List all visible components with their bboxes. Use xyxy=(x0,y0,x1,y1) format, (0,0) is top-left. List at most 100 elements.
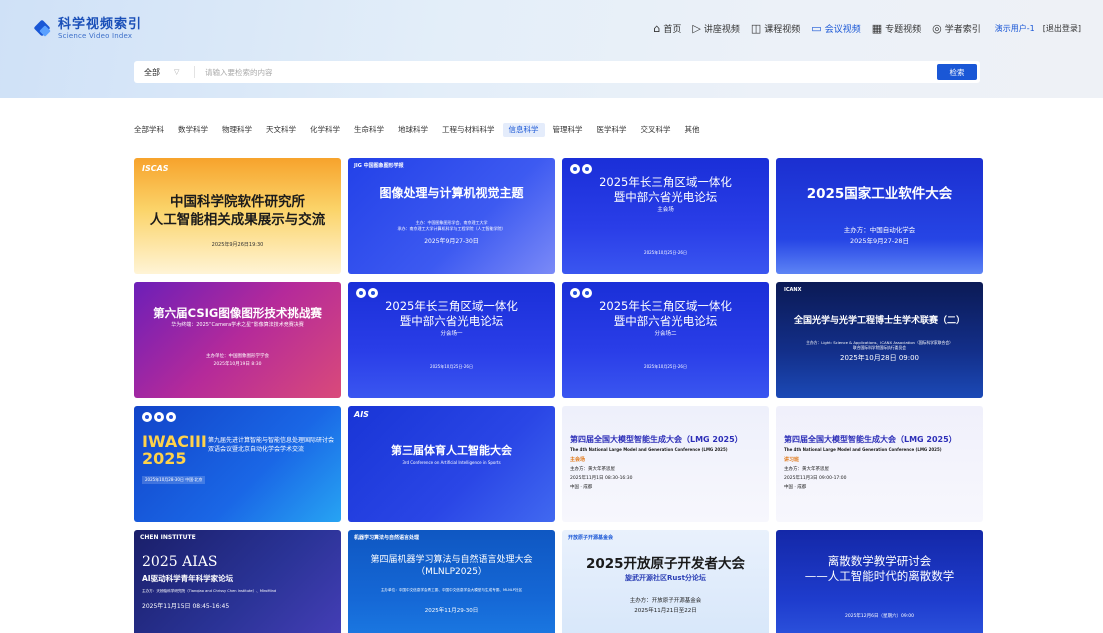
scholar-icon: ◎ xyxy=(932,22,942,35)
category-engineering[interactable]: 工程与材料科学 xyxy=(442,123,495,137)
conference-card[interactable]: 机器学习算法与自然语言处理 第四届机器学习算法与自然语言处理大会 （MLNLP2… xyxy=(348,530,555,633)
card-organizer: 主办方：黄大年茶思屋 xyxy=(570,467,615,472)
category-management[interactable]: 管理科学 xyxy=(553,123,583,137)
logo-badges xyxy=(570,288,594,298)
card-date: 2025年9月27-30日 xyxy=(424,238,479,245)
user-name[interactable]: 演示用户-1 xyxy=(995,23,1035,34)
conference-card[interactable]: 2025年长三角区域一体化 暨中部六省光电论坛 分会场二 2025年10月25日… xyxy=(562,282,769,398)
category-life[interactable]: 生命科学 xyxy=(354,123,384,137)
card-subtitle: 讲习班 xyxy=(784,457,800,463)
nav-home[interactable]: ⌂ 首页 xyxy=(653,22,681,35)
card-tag: ISCAS xyxy=(142,164,169,173)
category-math[interactable]: 数学科学 xyxy=(178,123,208,137)
category-chemistry[interactable]: 化学科学 xyxy=(310,123,340,137)
conference-card[interactable]: ISCAS 中国科学院软件研究所 人工智能相关成果展示与交流 2025年9月26… xyxy=(134,158,341,274)
card-title-en: The 4th National Large Model and Generat… xyxy=(784,447,942,452)
category-medicine[interactable]: 医学科学 xyxy=(597,123,627,137)
conference-card[interactable]: IWACIII 2025 第九届先进计算智能与智能信息处理国际研讨会 双语会议暨… xyxy=(134,406,341,522)
search-bar: 全部 ▽ 检索 xyxy=(134,61,980,83)
card-tag: 开放原子开源基金会 xyxy=(568,535,614,541)
chevron-down-icon: ▽ xyxy=(174,68,180,76)
search-input[interactable] xyxy=(205,67,937,77)
card-subtitle: 分会场二 xyxy=(654,331,677,337)
org-logo-icon xyxy=(356,288,366,298)
card-tag: ICANX xyxy=(784,287,802,293)
search-scope-select[interactable]: 全部 ▽ xyxy=(134,67,194,78)
conference-card[interactable]: 第四届全国大模型智能生成大会（LMG 2025） The 4th Nationa… xyxy=(562,406,769,522)
conference-card[interactable]: CHEN INSTITUTE 2025 AIAS AI驱动科学青年科学家论坛 主… xyxy=(134,530,341,633)
card-title: IWACIII 2025 xyxy=(142,432,207,468)
card-title-en: The 4th National Large Model and Generat… xyxy=(570,447,728,452)
logo-badges xyxy=(142,412,178,422)
card-tag: CHEN INSTITUTE xyxy=(140,534,196,541)
category-information[interactable]: 信息科学 xyxy=(502,123,545,137)
category-earth[interactable]: 地球科学 xyxy=(398,123,428,137)
card-date: 2025年10月28-30日 中国·北京 xyxy=(142,476,206,484)
org-logo-icon xyxy=(368,288,378,298)
card-date: 2025年12月6日（星期六）09:00 xyxy=(844,614,914,619)
conference-card[interactable]: 第六届CSIG图像图形技术挑战赛 华为终端：2025“Camera学术之星”影像… xyxy=(134,282,341,398)
card-title: 第四届机器学习算法与自然语言处理大会 （MLNLP2025） xyxy=(370,555,533,577)
category-astronomy[interactable]: 天文科学 xyxy=(266,123,296,137)
conference-card[interactable]: AIS 第三届体育人工智能大会 3rd Conference on Artifi… xyxy=(348,406,555,522)
nav-topic-videos[interactable]: ▦ 专题视频 xyxy=(872,22,921,35)
card-title: 2025年长三角区域一体化 暨中部六省光电论坛 xyxy=(599,299,732,328)
nav-lecture-videos[interactable]: ▷ 讲座视频 xyxy=(692,22,739,35)
card-tag: 机器学习算法与自然语言处理 xyxy=(354,535,420,541)
conference-card[interactable]: 第四届全国大模型智能生成大会（LMG 2025） The 4th Nationa… xyxy=(776,406,983,522)
site-logo[interactable]: 科学视频索引 Science Video Index xyxy=(34,18,142,40)
card-subtitle: 主会场 xyxy=(657,207,674,213)
org-logo-icon xyxy=(582,164,592,174)
card-date: 2025年11月29-30日 xyxy=(424,608,479,614)
card-date: 2025年10月19日 8:30 xyxy=(213,362,262,367)
logout-link[interactable]: [退出登录] xyxy=(1043,23,1081,34)
logo-subtitle: Science Video Index xyxy=(58,32,133,40)
grid-icon: ▦ xyxy=(871,22,883,35)
conference-card[interactable]: 离散数学教学研讨会 ——人工智能时代的离散数学 2025年12月6日（星期六）0… xyxy=(776,530,983,633)
card-date: 2025年11月1日 08:30-16:30 xyxy=(570,476,633,481)
card-organizer: 主办方：中国自动化学会 xyxy=(843,226,916,234)
card-tag: JIG 中国图象图形学报 xyxy=(354,163,404,169)
card-subtitle: 主会场 xyxy=(570,457,586,463)
card-organizer: 主办方：天桥脑科学研究院（Tianqiao and Chrissy Chen I… xyxy=(142,589,277,593)
card-title: 第四届全国大模型智能生成大会（LMG 2025） xyxy=(570,435,743,444)
category-physics[interactable]: 物理科学 xyxy=(222,123,252,137)
card-title: 离散数学教学研讨会 ——人工智能时代的离散数学 xyxy=(804,554,955,583)
card-title: 第三届体育人工智能大会 xyxy=(391,444,512,457)
nav-conference-videos[interactable]: ▭ 会议视频 xyxy=(811,22,860,35)
conference-card[interactable]: JIG 中国图象图形学报 图像处理与计算机视觉主题 主办：中国图象图形学会、南京… xyxy=(348,158,555,274)
conference-card[interactable]: ICANX 全国光学与光学工程博士生学术联赛（二） 主办方：Light: Sci… xyxy=(776,282,983,398)
conference-card[interactable]: 开放原子开源基金会 2025开放原子开发者大会 旋武开源社区Rust分论坛 主办… xyxy=(562,530,769,633)
category-interdisciplinary[interactable]: 交叉科学 xyxy=(641,123,671,137)
nav-course-videos[interactable]: ◫ 课程视频 xyxy=(751,22,800,35)
category-other[interactable]: 其他 xyxy=(685,123,700,137)
home-icon: ⌂ xyxy=(653,22,661,35)
nav-scholar-index[interactable]: ◎ 学者索引 xyxy=(932,22,981,35)
conference-card[interactable]: 2025年长三角区域一体化 暨中部六省光电论坛 分会场一 2025年10月25日… xyxy=(348,282,555,398)
card-title: 2025国家工业软件大会 xyxy=(806,186,953,202)
card-date: 2025年10月28日 09:00 xyxy=(839,354,920,362)
logo-diamond-icon xyxy=(34,20,52,38)
card-date: 2025年11月3日 09:00-17:00 xyxy=(784,476,847,481)
card-place: 中国 · 成都 xyxy=(570,485,593,490)
card-subtitle: 华为终端：2025“Camera学术之星”影像算法技术竞赛决赛 xyxy=(171,322,304,328)
top-header: 科学视频索引 Science Video Index ⌂ 首页 ▷ 讲座视频 ◫… xyxy=(0,0,1103,56)
play-icon: ▷ xyxy=(692,22,701,35)
card-subtitle: 3rd Conference on Artificial Intelligenc… xyxy=(402,460,501,465)
card-organizer: 主办方：Light: Science & Applications、ICANX … xyxy=(806,340,953,351)
card-title: 2025 AIAS xyxy=(142,554,218,570)
card-tag: AIS xyxy=(354,410,369,419)
card-title: 中国科学院软件研究所 人工智能相关成果展示与交流 xyxy=(149,194,326,228)
card-organizer: 主办方：黄大年茶思屋 xyxy=(784,467,829,472)
category-all[interactable]: 全部学科 xyxy=(134,123,164,137)
card-date: 2025年10月25日-26日 xyxy=(430,364,473,369)
search-button[interactable]: 检索 xyxy=(937,64,977,80)
conference-card[interactable]: 2025国家工业软件大会 主办方：中国自动化学会 2025年9月27-28日 xyxy=(776,158,983,274)
org-logo-icon xyxy=(570,288,580,298)
card-organizer: 主办单位：中国图象图形学学会 xyxy=(206,354,269,359)
conference-grid: ISCAS 中国科学院软件研究所 人工智能相关成果展示与交流 2025年9月26… xyxy=(134,158,983,633)
card-subtitle: 第九届先进计算智能与智能信息处理国际研讨会 双语会议暨北京自动化学会学术交流 xyxy=(208,437,335,453)
card-title: 图像处理与计算机视觉主题 xyxy=(379,186,524,200)
search-divider xyxy=(194,66,195,78)
conference-card[interactable]: 2025年长三角区域一体化 暨中部六省光电论坛 主会场 2025年10月25日-… xyxy=(562,158,769,274)
